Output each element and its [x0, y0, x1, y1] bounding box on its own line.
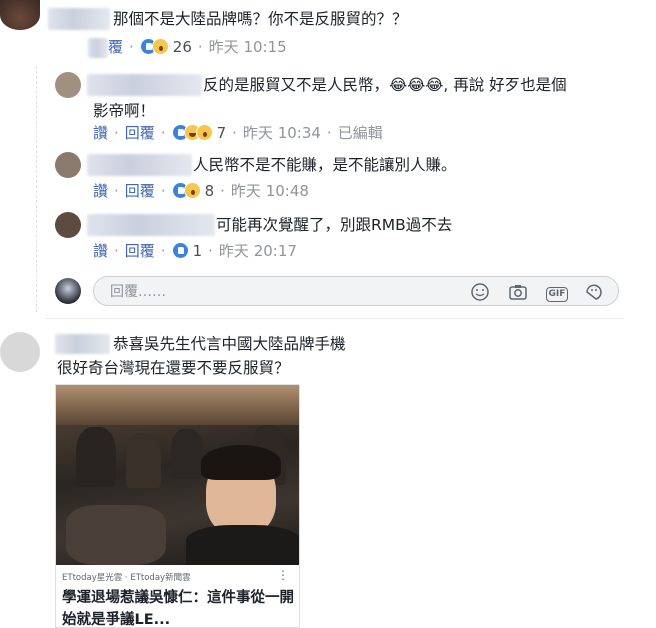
link-title[interactable]: 學運退場惹議吳慷仁：這件事從一開始就是爭議LE... — [62, 587, 294, 627]
current-user-avatar — [55, 278, 81, 304]
separator: · — [114, 123, 119, 142]
avatar[interactable] — [0, 0, 40, 30]
wow-icon — [151, 38, 169, 55]
comment-actions: 覆 · 26 · 昨天 10:15 — [108, 36, 287, 57]
reaction-summary[interactable]: 26 — [139, 37, 192, 56]
reaction-count: 26 — [172, 37, 192, 56]
commenter-name[interactable] — [87, 74, 202, 96]
like-icon — [171, 242, 189, 259]
thread-line — [36, 66, 37, 312]
reaction-summary[interactable]: 7 — [171, 123, 227, 142]
timestamp[interactable]: 昨天 20:17 — [219, 240, 297, 261]
comment-text: 可能再次覺醒了，別跟RMB過不去 — [216, 216, 453, 234]
reply-placeholder: 回覆…… — [110, 284, 166, 300]
comment-actions: 讚 · 回覆 · 7 · 昨天 10:34 · 已編輯 — [93, 122, 383, 143]
separator: · — [197, 37, 203, 56]
separator: · — [232, 123, 237, 142]
comment-text-line: 恭喜吳先生代言中國大陸品牌手機 — [113, 335, 346, 353]
link-source: ETtoday星光雲 · ETtoday新聞雲 — [62, 573, 191, 583]
reaction-count: 1 — [192, 241, 203, 260]
reply-input[interactable]: 回覆…… GIF — [93, 276, 619, 306]
camera-icon[interactable] — [508, 282, 528, 302]
smiley-icon[interactable] — [470, 282, 490, 302]
reaction-summary[interactable]: 8 — [171, 181, 215, 200]
avatar[interactable] — [0, 332, 40, 372]
reply-link[interactable]: 回覆 — [125, 122, 155, 143]
like-link[interactable]: 讚 — [93, 240, 108, 261]
comment-text-line: 反的是服貿又不是人民幣，😂😂😂, 再說 好歹也是個 — [203, 76, 567, 94]
reaction-count: 8 — [204, 181, 215, 200]
reply-link[interactable]: 覆 — [108, 36, 123, 57]
separator: · — [220, 181, 225, 200]
like-link[interactable]: 讚 — [93, 122, 108, 143]
separator: · — [326, 123, 332, 142]
action-read-link[interactable] — [88, 38, 108, 58]
avatar[interactable] — [55, 72, 81, 98]
commenter-name[interactable] — [87, 154, 192, 176]
wow-icon — [183, 182, 201, 199]
separator: · — [114, 181, 119, 200]
edited-label[interactable]: 已編輯 — [338, 122, 383, 143]
comment-text: 人民幣不是不能賺，是不能讓別人賺。 — [193, 156, 457, 174]
comment-text-line: 影帝啊！ — [93, 102, 156, 120]
reaction-count: 7 — [216, 123, 227, 142]
separator: · — [129, 37, 134, 56]
divider — [45, 318, 623, 319]
comment-actions: 讚 · 回覆 · 1 · 昨天 20:17 — [93, 240, 297, 261]
reaction-summary[interactable]: 1 — [171, 241, 203, 260]
timestamp[interactable]: 昨天 10:48 — [231, 180, 309, 201]
timestamp[interactable]: 昨天 10:34 — [243, 122, 321, 143]
wow-icon — [195, 124, 213, 141]
comment-actions: 讚 · 回覆 · 8 · 昨天 10:48 — [93, 180, 309, 201]
commenter-name[interactable] — [87, 214, 215, 236]
separator: · — [160, 241, 166, 260]
commenter-name[interactable] — [55, 334, 110, 354]
comment-text: 那個不是大陸品牌嗎？你不是反服貿的？？ — [113, 10, 408, 28]
separator: · — [160, 123, 166, 142]
separator: · — [208, 241, 213, 260]
like-link[interactable]: 讚 — [93, 180, 108, 201]
sticker-icon[interactable] — [584, 282, 604, 302]
separator: · — [114, 241, 119, 260]
separator: · — [160, 181, 166, 200]
commenter-name[interactable] — [48, 8, 110, 30]
more-options-icon[interactable]: ⋮ — [277, 568, 289, 582]
reply-link[interactable]: 回覆 — [125, 240, 155, 261]
timestamp[interactable]: 昨天 10:15 — [209, 36, 287, 57]
avatar[interactable] — [55, 152, 81, 178]
link-preview-image — [56, 385, 299, 565]
avatar[interactable] — [55, 212, 81, 238]
gif-icon[interactable]: GIF — [545, 282, 569, 302]
link-preview-card[interactable]: ETtoday星光雲 · ETtoday新聞雲 ⋮ 學運退場惹議吳慷仁：這件事從… — [55, 384, 300, 628]
reply-link[interactable]: 回覆 — [125, 180, 155, 201]
comment-text-line: 很好奇台灣現在還要不要反服貿？ — [57, 359, 290, 377]
